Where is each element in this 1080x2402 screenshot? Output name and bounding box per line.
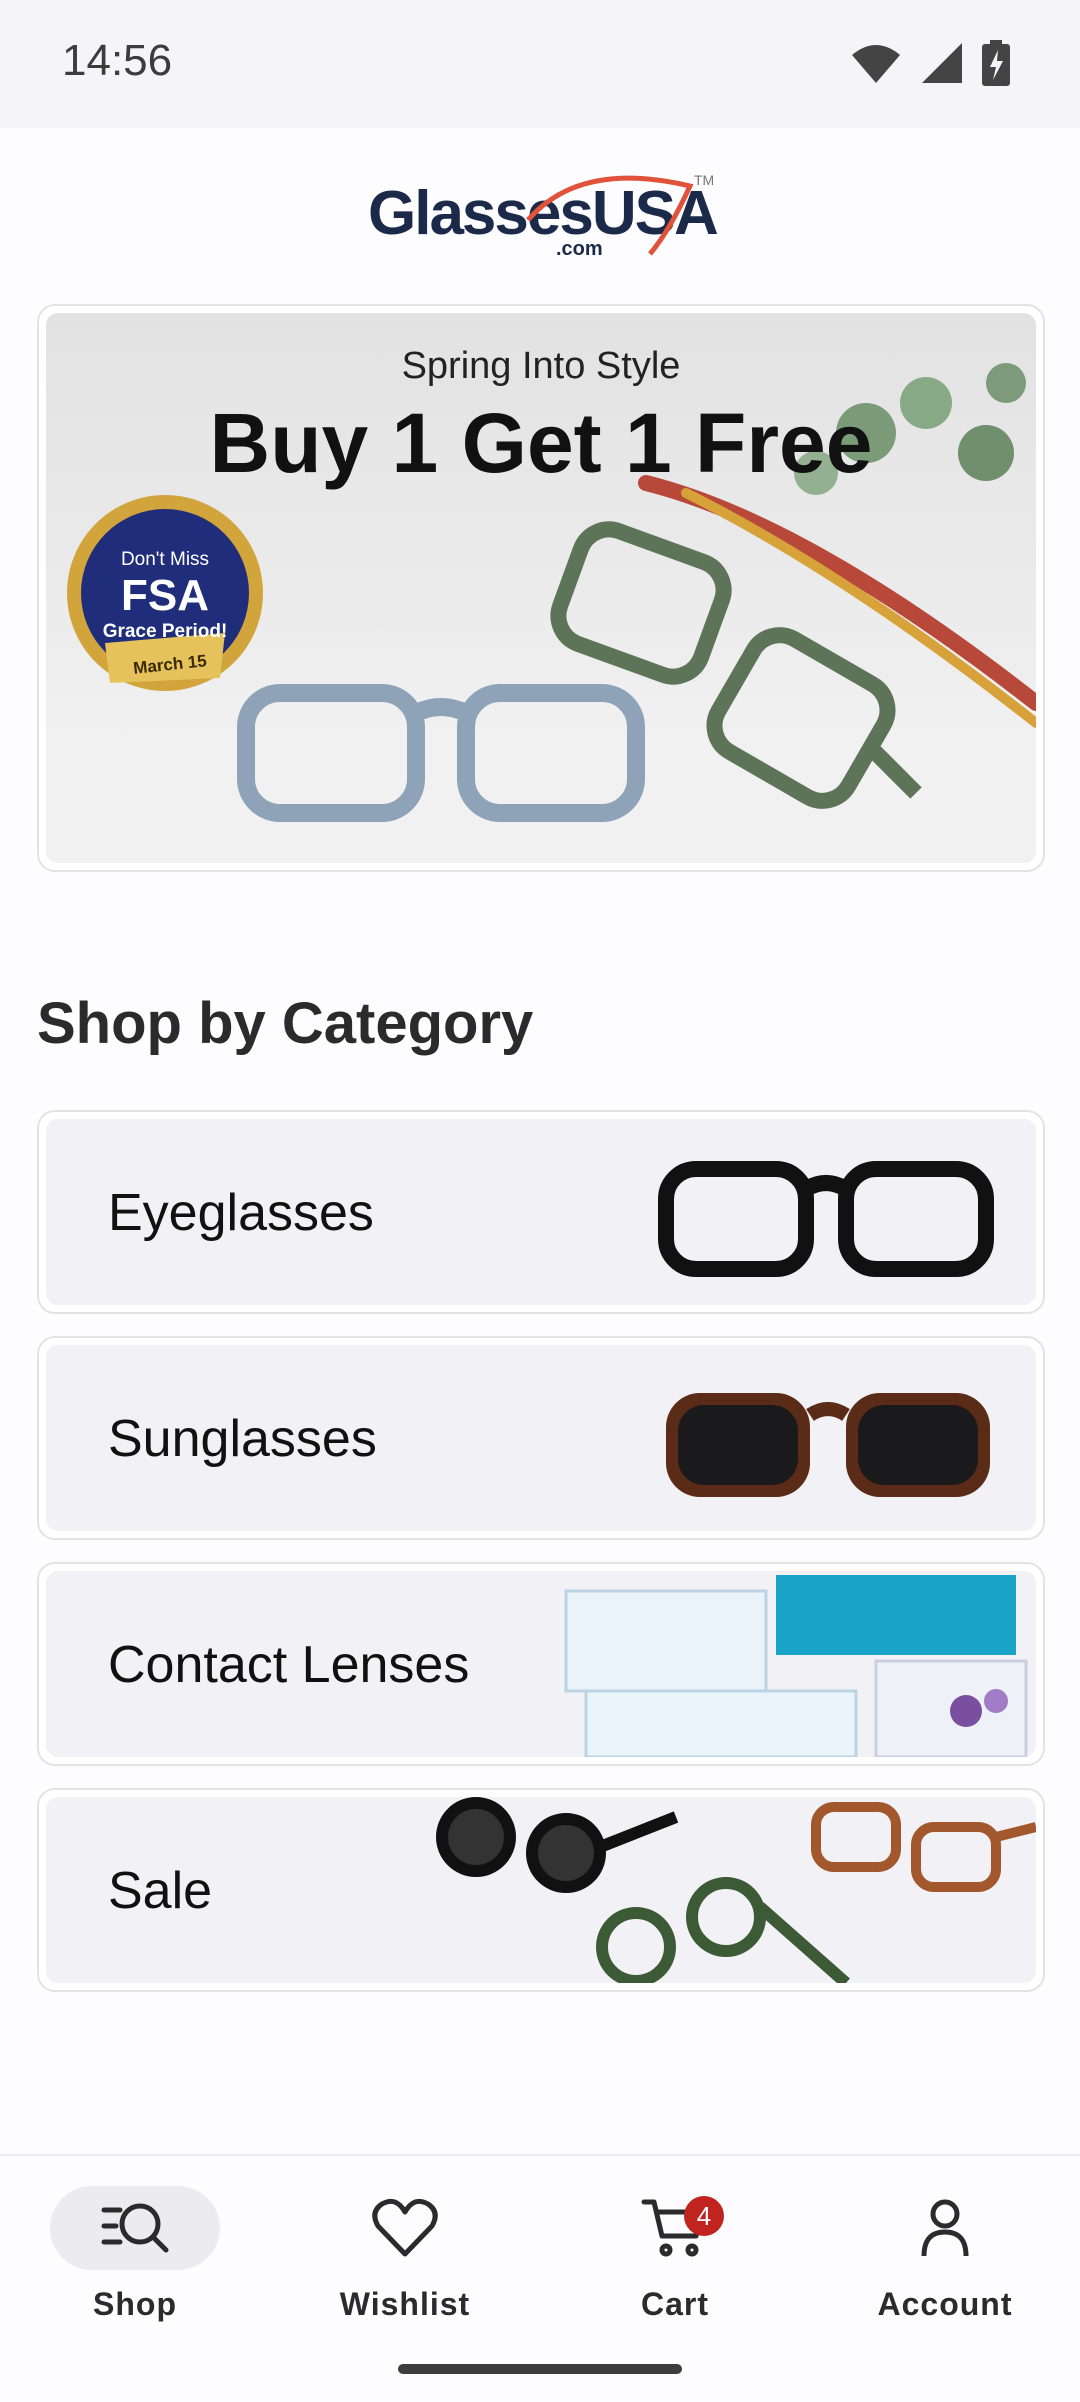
fsa-badge: Don't Miss FSA Grace Period! March 15 [60,493,270,703]
logo-swoosh [526,175,694,256]
category-card-sunglasses[interactable]: Sunglasses [37,1336,1045,1540]
signal-icon [922,43,962,83]
promo-banner-image: Spring Into Style Buy 1 Get 1 Free Don't… [46,313,1036,863]
promo-banner[interactable]: Spring Into Style Buy 1 Get 1 Free Don't… [37,304,1045,872]
banner-subtitle: Spring Into Style [401,345,681,387]
category-label: Eyeglasses [108,1184,374,1242]
next-section-peek [37,2126,1041,2156]
nav-item-shop[interactable]: Shop [0,2156,270,2356]
category-label: Sunglasses [108,1410,377,1468]
nav-label: Account [877,2286,1013,2322]
battery-icon [982,40,1010,86]
status-time: 14:56 [62,36,173,85]
nav-item-account[interactable]: Account [810,2156,1080,2356]
nav-item-cart[interactable]: 4 Cart [540,2156,810,2356]
nav-label: Wishlist [339,2286,471,2322]
glassesusa-logo[interactable]: GlassesUSA .com TM [0,160,1080,270]
banner-title: Buy 1 Get 1 Free [209,396,873,490]
category-label: Sale [108,1862,213,1920]
logo-com: .com [556,238,603,260]
status-icons [850,40,1010,86]
category-card-eyeglasses[interactable]: Eyeglasses [37,1110,1045,1314]
eyeglasses-image [658,1161,994,1277]
category-label: Contact Lenses [108,1636,470,1694]
nav-item-wishlist[interactable]: Wishlist [270,2156,540,2356]
shop-search-icon [101,2203,169,2253]
nav-label: Shop [93,2286,177,2322]
heart-icon [372,2198,438,2257]
nav-label: Cart [640,2286,709,2322]
gesture-handle[interactable] [398,2364,682,2374]
cart-count-badge: 4 [684,2196,724,2236]
logo-tm: TM [694,172,715,188]
status-bar: 14:56 [0,0,1080,128]
sunglasses-image [666,1393,990,1497]
category-card-sale[interactable]: Sale [37,1788,1045,1992]
category-card-contact-lenses[interactable]: Contact Lenses [37,1562,1045,1766]
section-title-shop-by-category: Shop by Category [37,991,534,1056]
sale-glasses-image [436,1797,1036,1983]
person-icon [921,2199,969,2257]
wifi-icon [852,45,900,83]
contact-lenses-image [564,1575,1028,1757]
